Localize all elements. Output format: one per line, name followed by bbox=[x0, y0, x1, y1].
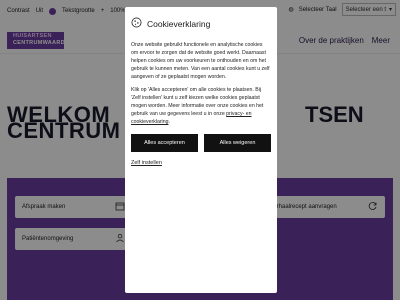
cookie-buttons: Alles accepteren Alles weigeren bbox=[131, 134, 271, 152]
cookie-icon bbox=[131, 15, 142, 33]
cookie-dialog-title: Cookieverklaring bbox=[147, 19, 211, 29]
decline-all-button[interactable]: Alles weigeren bbox=[204, 134, 271, 152]
self-settings-link[interactable]: Zelf instellen bbox=[131, 160, 271, 166]
cookie-info-end: . bbox=[168, 119, 170, 125]
cookie-info-text: Klik op 'Alles accepteren' om alle cooki… bbox=[131, 86, 271, 126]
accept-all-button[interactable]: Alles accepteren bbox=[131, 134, 198, 152]
cookie-dialog-header: Cookieverklaring bbox=[131, 15, 271, 33]
cookie-intro-text: Onze website gebruikt functionele en ana… bbox=[131, 42, 270, 80]
cookie-dialog: Cookieverklaring Onze website gebruikt f… bbox=[125, 7, 277, 293]
